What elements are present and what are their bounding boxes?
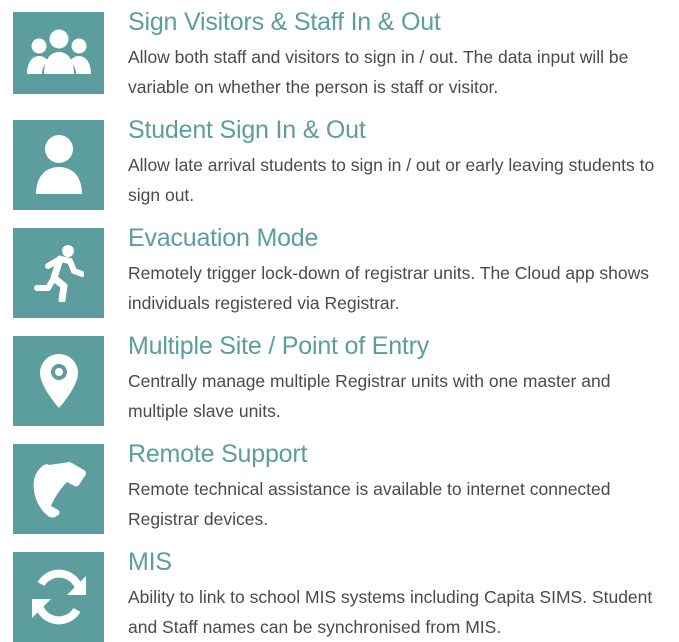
phone-handset-icon <box>33 462 86 518</box>
person-icon <box>35 135 82 194</box>
feature-icon-box <box>13 552 104 642</box>
feature-title: Sign Visitors & Staff In & Out <box>128 8 441 36</box>
location-pin-icon <box>39 354 78 408</box>
feature-title: Remote Support <box>128 440 308 468</box>
running-person-icon <box>33 245 84 302</box>
feature-icon-box <box>13 444 104 534</box>
feature-icon-box <box>13 336 104 426</box>
feature-title: MIS <box>128 548 172 576</box>
feature-icon-box <box>13 228 104 318</box>
feature-title: Evacuation Mode <box>128 224 319 252</box>
feature-description: Remotely trigger lock-down of registrar … <box>128 263 650 313</box>
feature-icon-box <box>13 120 104 210</box>
feature-description: Centrally manage multiple Registrar unit… <box>128 371 611 421</box>
feature-icon-box <box>13 12 104 94</box>
feature-description: Allow both staff and visitors to sign in… <box>128 47 629 97</box>
feature-description: Allow late arrival students to sign in /… <box>128 155 655 205</box>
feature-title: Student Sign In & Out <box>128 116 366 144</box>
feature-description: Remote technical assistance is available… <box>128 479 611 529</box>
feature-description: Ability to link to school MIS systems in… <box>128 587 653 637</box>
feature-title: Multiple Site / Point of Entry <box>128 332 430 360</box>
sync-arrows-icon <box>31 569 86 625</box>
group-people-icon <box>26 29 91 74</box>
